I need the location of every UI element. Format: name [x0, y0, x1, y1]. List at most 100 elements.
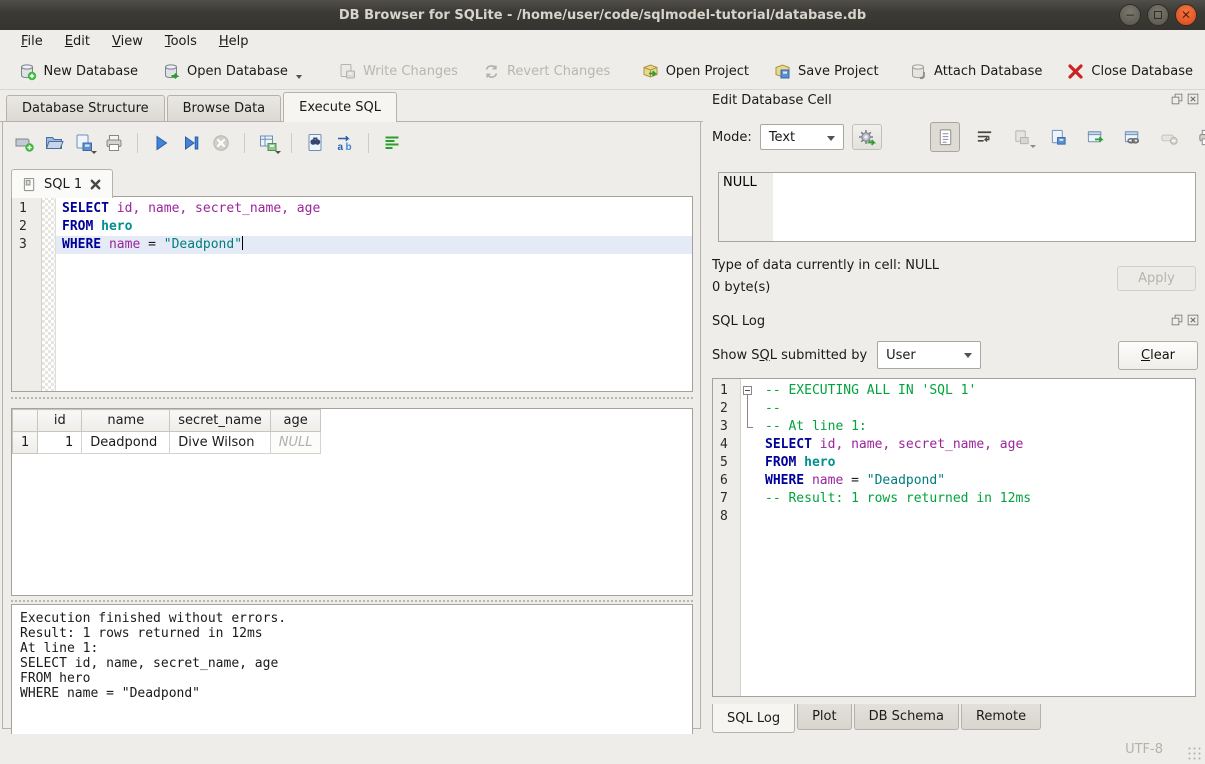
mode-select[interactable]: Text	[760, 124, 844, 150]
copy-link-button[interactable]	[1119, 124, 1145, 150]
close-tab-icon[interactable]	[89, 178, 102, 191]
save-results-button[interactable]	[255, 131, 281, 155]
table-cell[interactable]: 1	[38, 432, 82, 454]
print-button[interactable]	[101, 131, 127, 155]
fold-cell	[42, 200, 56, 218]
toolbar-button-label: Open Project	[666, 64, 749, 79]
find-button[interactable]	[302, 131, 328, 155]
cell-editor[interactable]: NULL	[718, 172, 1196, 242]
maximize-glyph	[1154, 11, 1162, 19]
save-file-button[interactable]	[71, 131, 97, 155]
new-tab-button[interactable]	[11, 131, 37, 155]
new-db-icon	[18, 62, 37, 81]
filter-select[interactable]: User	[877, 341, 981, 369]
tab-database-structure[interactable]: Database Structure	[6, 95, 165, 121]
execute-button[interactable]	[148, 131, 174, 155]
results-message-splitter[interactable]	[11, 598, 693, 603]
fold-collapse-icon[interactable]	[743, 386, 752, 395]
menu-item-view[interactable]: View	[101, 32, 154, 51]
code-text: WHERE name = "Deadpond"	[56, 236, 692, 254]
table-cell[interactable]: Deadpond	[82, 432, 170, 454]
menu-item-help[interactable]: Help	[208, 32, 260, 51]
main-toolbar: New Database Open Database Write Changes Re…	[0, 53, 1205, 90]
sqllog-filter-row: Show SQL submitted by User Clear	[712, 340, 1198, 370]
code-text: SELECT id, name, secret_name, age	[759, 436, 1195, 454]
text-mode-icon	[936, 128, 955, 147]
clear-button[interactable]: Clear	[1118, 341, 1198, 370]
tab-sql-log[interactable]: SQL Log	[712, 704, 795, 733]
table-cell[interactable]: Dive Wilson	[170, 432, 270, 454]
clear-label: Clear	[1141, 348, 1175, 363]
write-changes-button[interactable]: Write Changes	[330, 58, 466, 85]
column-header-secret-name[interactable]: secret_name	[170, 410, 270, 432]
tab-browse-data[interactable]: Browse Data	[167, 95, 282, 121]
resize-grip-icon[interactable]	[1187, 746, 1201, 760]
fold-cell	[741, 472, 759, 490]
app-window: { "window": { "title": "DB Browser for S…	[0, 0, 1205, 764]
float-icon[interactable]	[1171, 93, 1183, 105]
replace-button[interactable]: ab	[332, 131, 358, 155]
sql-editor[interactable]: 1SELECT id, name, secret_name, age2FROM …	[11, 196, 693, 392]
column-header-id[interactable]: id	[38, 410, 82, 432]
column-header-age[interactable]: age	[270, 410, 321, 432]
tab-sql-1[interactable]: SQL 1	[11, 169, 113, 198]
float-icon[interactable]	[1171, 314, 1183, 326]
line-number: 4	[713, 436, 741, 454]
column-header-name[interactable]: name	[82, 410, 170, 432]
menu-item-edit[interactable]: Edit	[54, 32, 101, 51]
print-cell-button[interactable]	[1193, 124, 1205, 150]
import-file-button[interactable]	[1008, 124, 1034, 150]
dropdown-caret-icon[interactable]	[91, 151, 97, 154]
open-file-button[interactable]	[41, 131, 67, 155]
tab-plot[interactable]: Plot	[797, 704, 852, 730]
open-database-button[interactable]: Open Database	[154, 58, 310, 85]
close-icon[interactable]: ✕	[1175, 4, 1197, 26]
fold-cell[interactable]	[741, 382, 759, 400]
line-number: 3	[12, 236, 42, 254]
sql-subtab-label: SQL 1	[44, 177, 82, 192]
open-project-button[interactable]: Open Project	[633, 58, 757, 85]
titlebar: DB Browser for SQLite - /home/user/code/…	[0, 0, 1205, 30]
execute-line-button[interactable]	[178, 131, 204, 155]
dropdown-caret-icon[interactable]	[1030, 145, 1036, 148]
text-cursor	[242, 236, 243, 250]
close-panel-icon[interactable]	[1187, 93, 1199, 105]
sql-file-icon	[22, 177, 37, 192]
toolbar-button-label: Revert Changes	[507, 64, 610, 79]
tab-remote[interactable]: Remote	[961, 704, 1041, 730]
save-project-button[interactable]: Save Project	[765, 58, 887, 85]
toolbar-button-label: New Database	[43, 64, 138, 79]
editor-results-splitter[interactable]	[11, 395, 693, 400]
mode-label: Mode:	[712, 130, 752, 145]
apply-mode-button[interactable]	[852, 124, 882, 150]
close-database-button[interactable]: Close Database	[1058, 58, 1201, 85]
code-lines: 1-- EXECUTING ALL IN 'SQL 1'2--3-- At li…	[713, 379, 1195, 526]
new-database-button[interactable]: New Database	[10, 58, 146, 85]
close-panel-icon[interactable]	[1187, 314, 1199, 326]
apply-button[interactable]: Apply	[1117, 266, 1196, 291]
format-button[interactable]	[379, 131, 405, 155]
save-results-icon	[258, 133, 278, 153]
text-mode-button[interactable]	[930, 122, 960, 152]
menu-item-file[interactable]: File	[10, 32, 54, 51]
maximize-icon[interactable]	[1147, 4, 1169, 26]
tab-execute-sql[interactable]: Execute SQL	[283, 92, 397, 122]
close-db-icon	[1066, 62, 1085, 81]
attach-database-button[interactable]: Attach Database	[901, 58, 1050, 85]
tab-db-schema[interactable]: DB Schema	[854, 704, 959, 730]
corner-header[interactable]	[13, 410, 38, 432]
table-cell[interactable]: NULL	[270, 432, 321, 454]
stop-button[interactable]	[208, 131, 234, 155]
dropdown-caret-icon[interactable]	[296, 75, 302, 79]
revert-changes-button[interactable]: Revert Changes	[474, 58, 618, 85]
menu-item-tools[interactable]: Tools	[154, 32, 208, 51]
menu-bar: FileEditViewToolsHelp	[0, 30, 1205, 53]
open-external-button[interactable]	[1082, 124, 1108, 150]
export-file-button[interactable]	[1045, 124, 1071, 150]
word-wrap-button[interactable]	[971, 124, 997, 150]
row-header[interactable]: 1	[13, 432, 38, 454]
fold-cell	[42, 236, 56, 254]
minimize-icon[interactable]: −	[1119, 4, 1141, 26]
set-null-button[interactable]	[1156, 124, 1182, 150]
dropdown-caret-icon[interactable]	[275, 151, 281, 154]
